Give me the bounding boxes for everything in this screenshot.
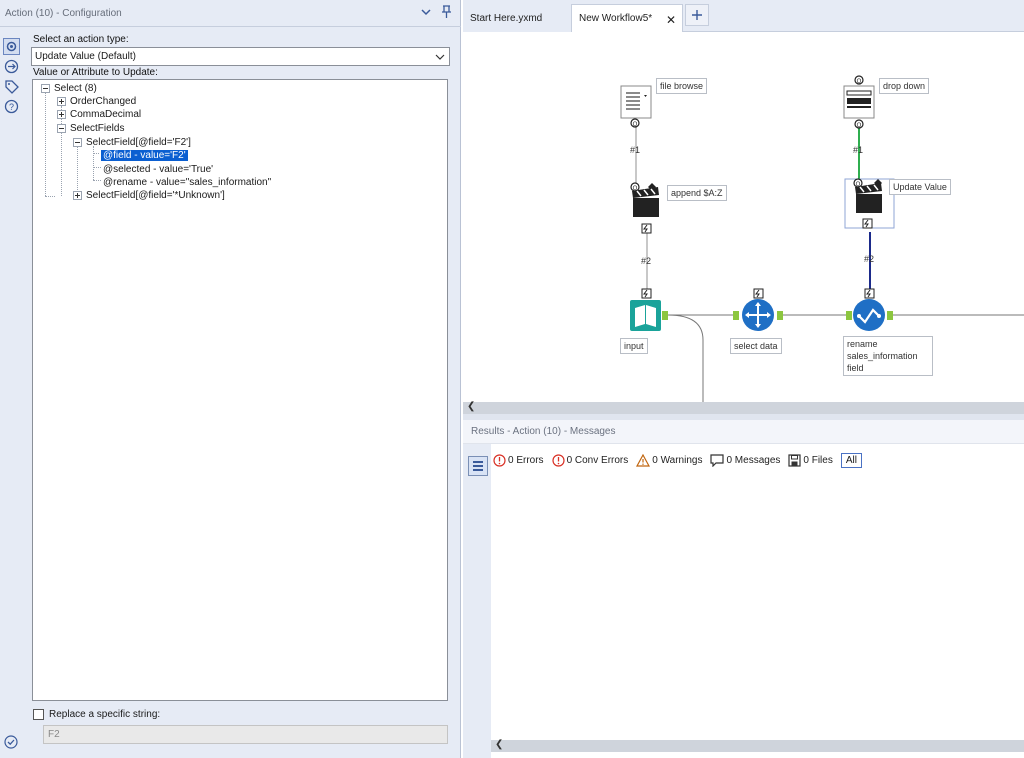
file-browse-tool[interactable]: Q	[620, 85, 654, 130]
input-label: input	[620, 338, 648, 354]
workflow-canvas[interactable]: Q file browse Q Q drop down #1 #1 Q appe…	[463, 32, 1024, 402]
message-icon	[710, 453, 725, 467]
canvas-horizontal-scrollbar[interactable]: ❮	[463, 401, 1024, 414]
xml-tree-view[interactable]: Select (8) OrderChanged CommaDecimal Sel…	[32, 79, 448, 701]
configuration-panel: Action (10) - Configuration ? Select an …	[0, 0, 461, 758]
tag-icon[interactable]	[3, 78, 20, 95]
rename-select-tool[interactable]	[843, 288, 895, 333]
replace-string-label: Replace a specific string:	[49, 709, 161, 720]
svg-text:?: ?	[9, 102, 14, 112]
results-side-bar	[463, 444, 491, 758]
drop-down-label: drop down	[879, 78, 930, 94]
replace-string-row: Replace a specific string:	[33, 709, 160, 720]
scroll-left-icon[interactable]: ❮	[495, 739, 503, 750]
results-messages-area	[491, 444, 1024, 740]
connection-label: #1	[630, 145, 641, 155]
error-icon	[551, 453, 565, 467]
results-title: Results - Action (10) - Messages	[471, 426, 616, 437]
messages-filter[interactable]: 0 Messages	[710, 453, 780, 467]
tree-node-selectfield-unknown[interactable]: SelectField[@field='*Unknown']	[73, 189, 225, 202]
all-filter-button[interactable]: All	[840, 452, 862, 468]
conv-errors-filter[interactable]: 0 Conv Errors	[551, 453, 628, 467]
tree-node-selectfields[interactable]: SelectFields	[57, 122, 124, 135]
expand-icon[interactable]	[57, 97, 66, 106]
svg-text:Q: Q	[633, 122, 638, 128]
tree-node-selectfield-f2[interactable]: SelectField[@field='F2']	[73, 136, 191, 149]
select-data-label: select data	[730, 338, 782, 354]
append-label: append $A:Z	[667, 185, 727, 201]
input-tool[interactable]	[627, 288, 673, 333]
action-type-label: Select an action type:	[33, 34, 129, 45]
results-list-button[interactable]	[468, 456, 488, 476]
collapse-icon[interactable]	[41, 84, 50, 93]
pin-icon[interactable]	[440, 5, 453, 19]
tree-node-attr-field[interactable]: @field - value='F2'	[100, 149, 189, 162]
tree-node-orderchanged[interactable]: OrderChanged	[57, 95, 136, 108]
connection-icon[interactable]	[3, 58, 20, 75]
append-action-tool[interactable]: Q	[628, 182, 662, 234]
config-body: Select an action type: Update Value (Def…	[27, 28, 457, 758]
config-icon-bar: ?	[0, 28, 24, 758]
collapse-icon[interactable]	[57, 124, 66, 133]
list-icon	[473, 461, 483, 471]
chevron-down-icon	[435, 54, 445, 60]
svg-text:Q: Q	[857, 123, 862, 129]
plus-icon	[692, 10, 702, 20]
tree-node-commadecimal[interactable]: CommaDecimal	[57, 108, 141, 121]
tree-node-attr-selected[interactable]: @selected - value='True'	[103, 163, 213, 176]
results-header: Results - Action (10) - Messages	[463, 420, 1024, 444]
expand-icon[interactable]	[73, 191, 82, 200]
drop-down-tool[interactable]: Q Q	[842, 74, 876, 130]
error-icon	[493, 453, 506, 467]
scroll-left-icon[interactable]: ❮	[467, 401, 475, 412]
tab-new-workflow5[interactable]: New Workflow5* ✕	[571, 4, 683, 32]
warnings-filter[interactable]: 0 Warnings	[636, 453, 702, 467]
tab-start-here[interactable]: Start Here.yxmd	[463, 4, 571, 32]
save-icon	[788, 453, 801, 467]
svg-text:Q: Q	[857, 79, 862, 85]
collapse-icon[interactable]	[73, 138, 82, 147]
connection-label: #2	[641, 256, 652, 266]
connection-label: #1	[853, 145, 864, 155]
tree-node-select[interactable]: Select (8)	[41, 82, 97, 95]
files-filter[interactable]: 0 Files	[788, 453, 833, 467]
errors-filter[interactable]: 0 Errors	[493, 453, 544, 467]
action-type-value: Update Value (Default)	[35, 51, 136, 62]
replace-string-input[interactable]: F2	[43, 725, 448, 744]
results-filter-bar: 0 Errors 0 Conv Errors 0 Warnings 0 Mess…	[493, 450, 862, 470]
results-horizontal-scrollbar[interactable]: ❮	[491, 739, 1024, 752]
workflow-tab-bar: Start Here.yxmd New Workflow5* ✕	[463, 0, 1024, 32]
close-icon[interactable]: ✕	[666, 13, 676, 27]
rename-label: rename sales_information field	[843, 336, 933, 376]
select-tool[interactable]	[733, 288, 785, 333]
selected-tree-item[interactable]: @field - value='F2'	[100, 149, 189, 162]
action-type-dropdown[interactable]: Update Value (Default)	[31, 47, 450, 66]
connection-label: #2	[864, 254, 875, 264]
expand-icon[interactable]	[57, 110, 66, 119]
file-browse-label: file browse	[656, 78, 708, 94]
update-value-action-tool[interactable]: Q	[851, 178, 885, 230]
new-tab-button[interactable]	[685, 4, 709, 26]
warning-icon	[636, 453, 651, 467]
value-to-update-label: Value or Attribute to Update:	[33, 67, 158, 78]
config-header: Action (10) - Configuration	[0, 0, 461, 27]
chevron-down-icon[interactable]	[420, 6, 432, 18]
config-title: Action (10) - Configuration	[5, 7, 122, 19]
help-icon[interactable]: ?	[3, 98, 20, 115]
update-value-label: Update Value	[889, 179, 951, 195]
tree-node-attr-rename[interactable]: @rename - value="sales_information"	[103, 176, 271, 189]
replace-string-checkbox[interactable]	[33, 709, 44, 720]
gear-icon[interactable]	[3, 38, 20, 55]
check-circle-icon[interactable]	[4, 735, 18, 749]
